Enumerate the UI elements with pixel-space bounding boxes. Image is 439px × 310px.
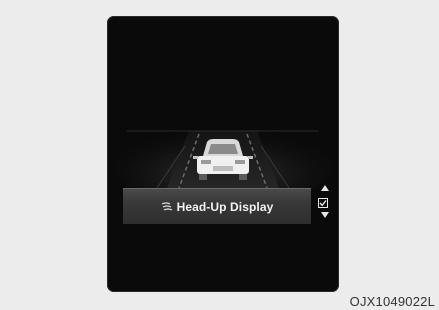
menu-item-head-up-display[interactable]: Head-Up Display bbox=[123, 188, 311, 224]
figure-caption: OJX1049022L bbox=[349, 294, 435, 309]
head-up-display-icon bbox=[161, 201, 172, 211]
cluster-display: Head-Up Display bbox=[107, 16, 339, 292]
chevron-up-icon[interactable] bbox=[321, 185, 329, 191]
road-scene-illustration bbox=[113, 126, 333, 206]
checkbox-checked-icon[interactable] bbox=[318, 198, 328, 208]
menu-item-label: Head-Up Display bbox=[176, 199, 274, 214]
chevron-down-icon[interactable] bbox=[321, 212, 329, 218]
